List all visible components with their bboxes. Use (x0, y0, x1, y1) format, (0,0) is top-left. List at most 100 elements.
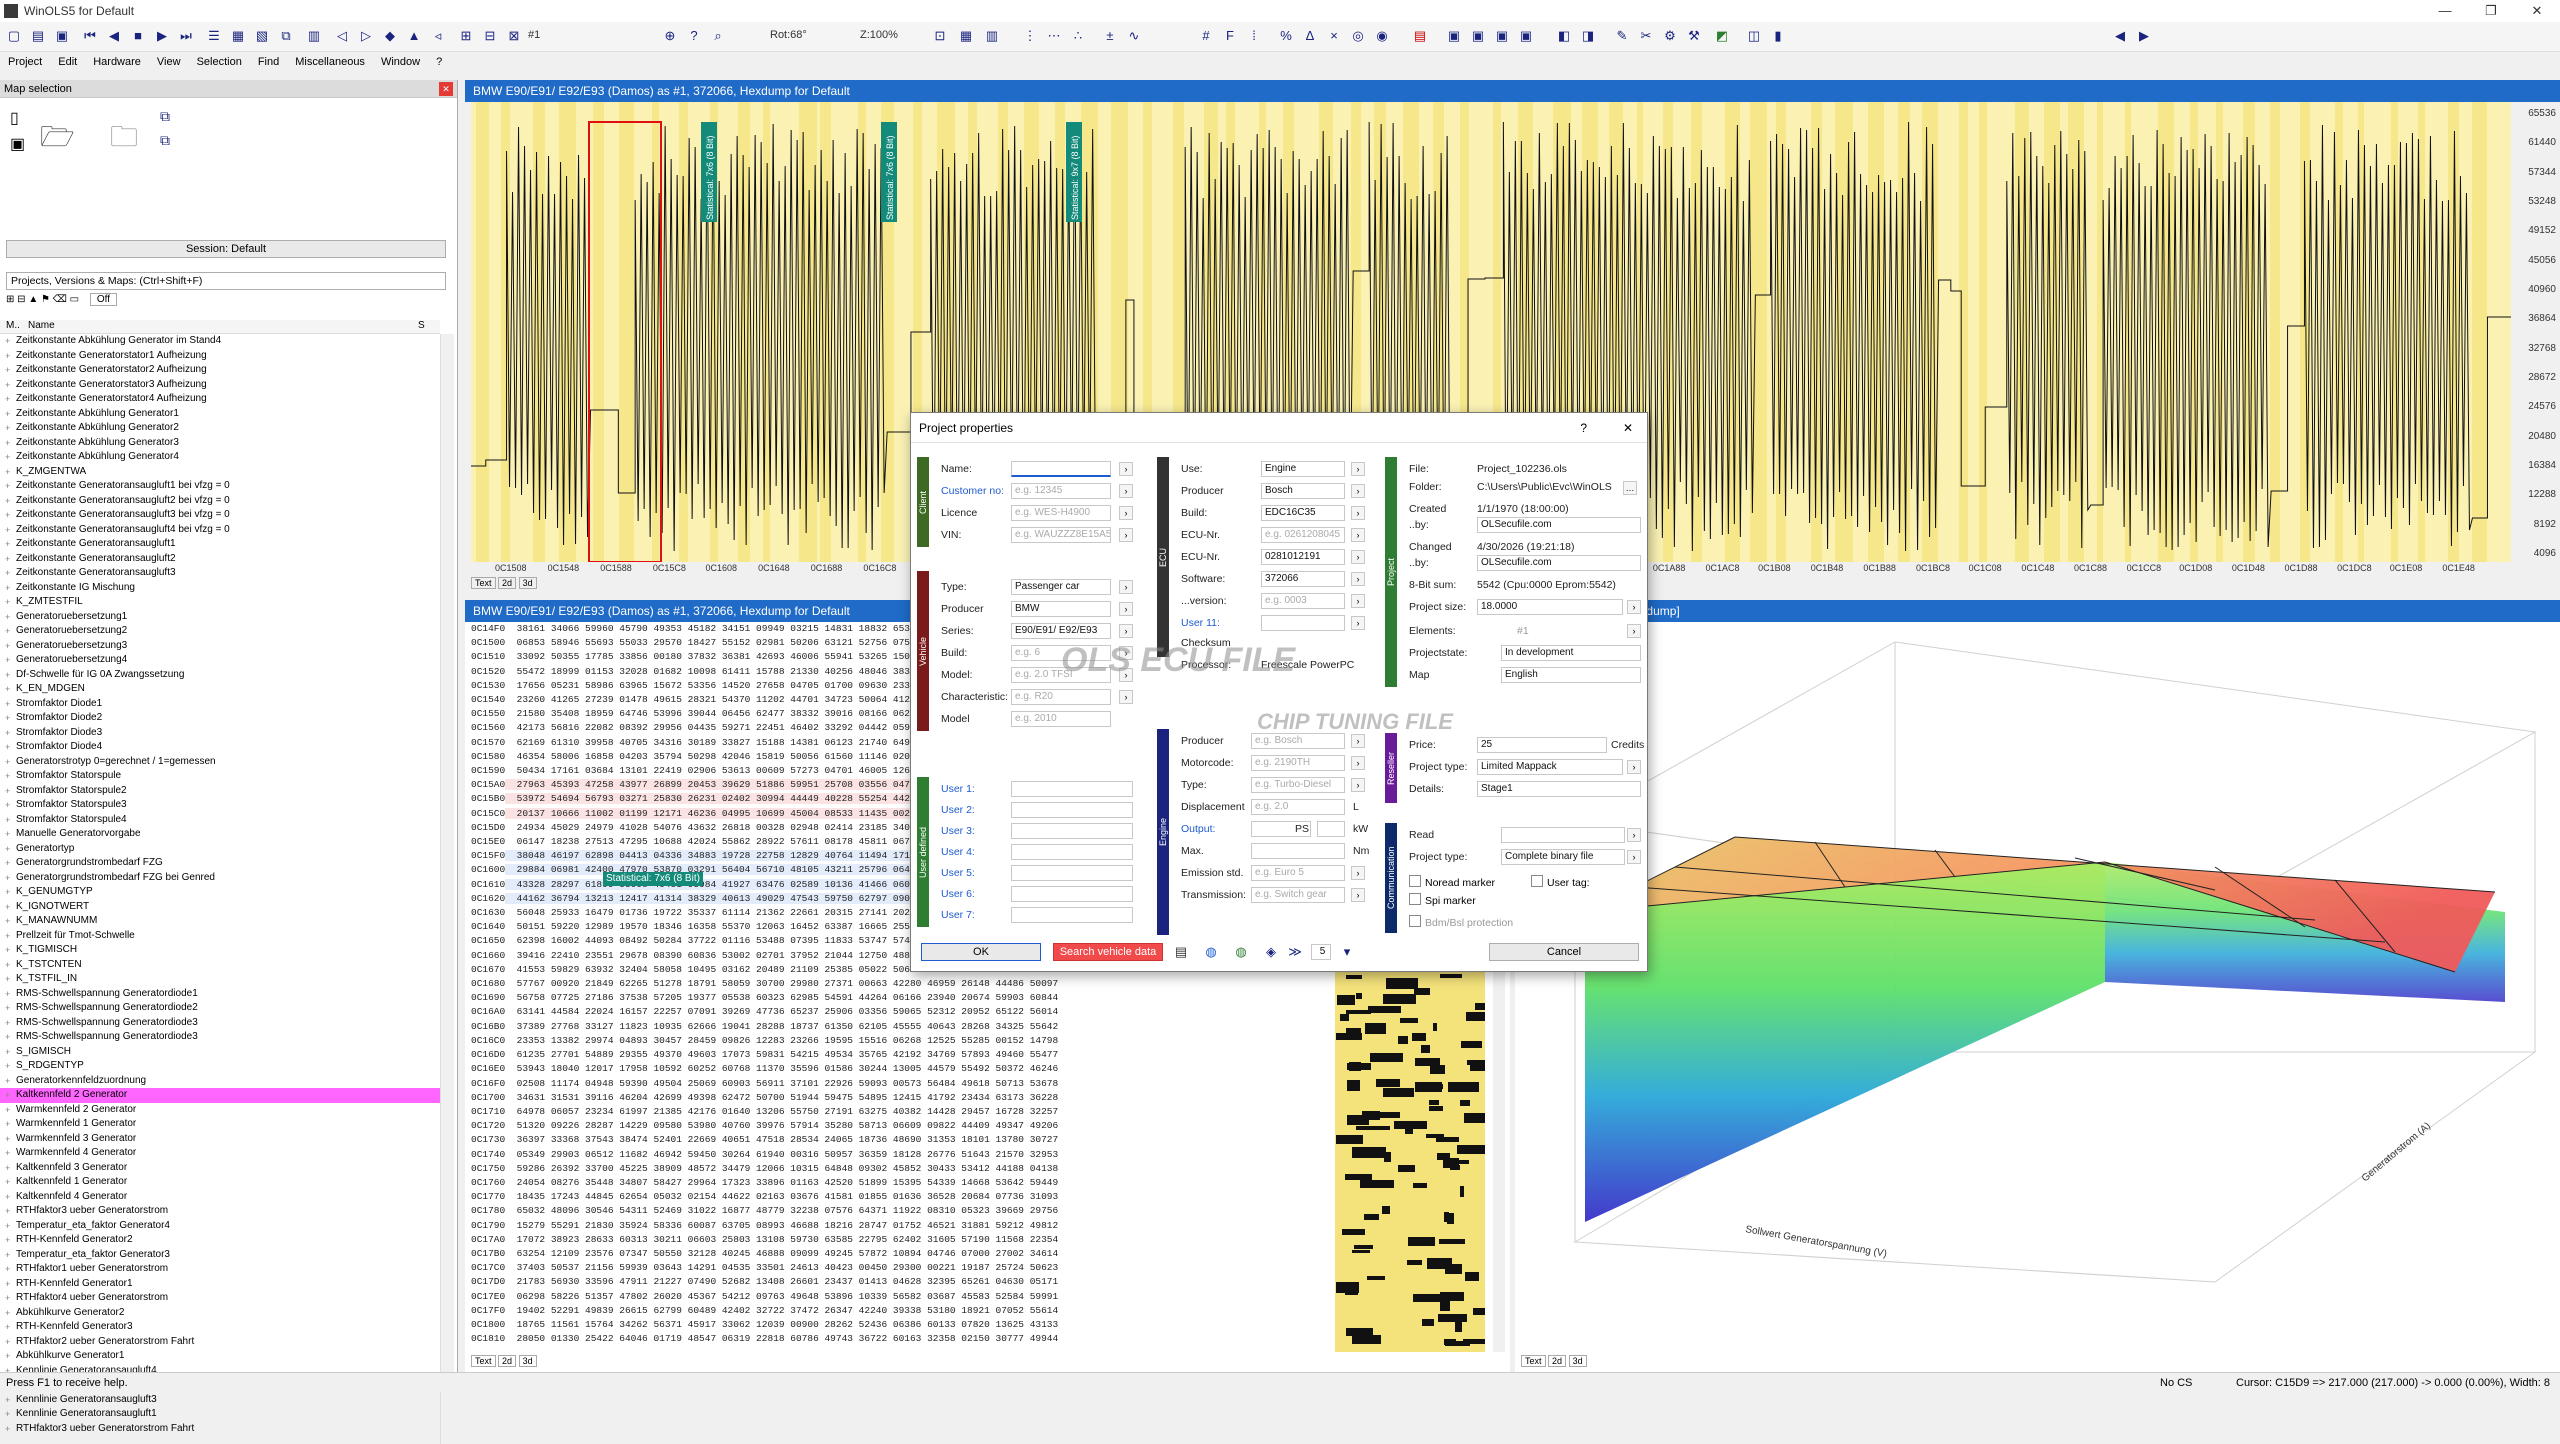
hex-row[interactable]: 0C1810 28050 01330 25422 64046 01719 485… (471, 1332, 1331, 1346)
tab-3d[interactable]: 3d (518, 577, 537, 589)
map-list-item[interactable]: Generatortyp (0, 842, 440, 857)
customer-no-field[interactable]: e.g. 12345 (1011, 483, 1111, 499)
ecu-user11-arrow[interactable]: › (1351, 616, 1365, 630)
map-list-item[interactable]: RTHfaktor1 ueber Generatorstrom (0, 1262, 440, 1277)
engine-producer-field[interactable]: e.g. Bosch (1251, 733, 1345, 749)
ecu-user11-field[interactable] (1261, 615, 1345, 631)
wave-icon[interactable]: ∿ (1124, 26, 1144, 46)
map-list-item[interactable]: Stromfaktor Statorspule3 (0, 798, 440, 813)
hex-tab-3d[interactable]: 3d (518, 1355, 537, 1367)
map-list-item[interactable]: Zeitkonstante Generatorstator4 Aufheizun… (0, 392, 440, 407)
engine-transmission-field[interactable]: e.g. Switch gear (1251, 887, 1345, 903)
dec-icon[interactable]: ⋯ (1044, 26, 1064, 46)
map-list-item[interactable]: Zeitkonstante Generatorstator3 Aufheizun… (0, 378, 440, 393)
copy-icon[interactable]: ⧉ (276, 26, 296, 46)
customer-no-arrow[interactable]: › (1119, 484, 1133, 498)
columns-icon[interactable]: ▥ (982, 26, 1002, 46)
layout1-icon[interactable]: ◧ (1554, 26, 1574, 46)
licence-field[interactable]: e.g. WES-H4900 (1011, 505, 1111, 521)
project-folder-button[interactable]: … (1623, 481, 1637, 495)
prev-icon[interactable]: ◀ (104, 26, 124, 46)
win4-icon[interactable]: ▣ (1516, 26, 1536, 46)
bdm-checkbox[interactable]: Bdm/Bsl protection (1409, 915, 1513, 929)
map-list-item[interactable]: Zeitkonstante Generatoransaugluft2 bei v… (0, 494, 440, 509)
map-list-item[interactable]: Zeitkonstante Generatoransaugluft3 bei v… (0, 508, 440, 523)
vehicle-type-arrow[interactable]: › (1119, 580, 1133, 594)
map-list-item[interactable]: RTH-Kennfeld Generator3 (0, 1320, 440, 1335)
split1-icon[interactable]: ◫ (1744, 26, 1764, 46)
open-icon[interactable]: ▤ (28, 26, 48, 46)
comm-project-type-field[interactable]: Complete binary file (1501, 849, 1625, 865)
hex-icon[interactable]: ⋮ (1020, 26, 1040, 46)
find-icon[interactable]: ⌕ (708, 26, 728, 46)
tool5-icon[interactable]: ◩ (1712, 26, 1732, 46)
dots-icon[interactable]: ⁞ (1244, 26, 1264, 46)
hex-row[interactable]: 0C17C0 37403 50537 21156 59939 03643 142… (471, 1261, 1331, 1275)
close-panel-icon[interactable]: ✕ (439, 82, 453, 96)
ecu-no2-arrow[interactable]: › (1351, 550, 1365, 564)
map-list-item[interactable]: RTH-Kennfeld Generator1 (0, 1277, 440, 1292)
map-list-item[interactable]: RMS-Schwellspannung Generatordiode1 (0, 987, 440, 1002)
stop-icon[interactable]: ■ (128, 26, 148, 46)
ecu-version-arrow[interactable]: › (1351, 594, 1365, 608)
hex-row[interactable]: 0C17F0 19402 52291 49839 26615 62799 604… (471, 1304, 1331, 1318)
map-list-item[interactable]: Generatorkennfeldzuordnung (0, 1074, 440, 1089)
import-icon[interactable]: ⊞ (456, 26, 476, 46)
win2-icon[interactable]: ▣ (1468, 26, 1488, 46)
forward-icon[interactable]: ▷ (356, 26, 376, 46)
next-icon[interactable]: ▶ (152, 26, 172, 46)
map-list-item[interactable]: Abkühlkurve Generator2 (0, 1306, 440, 1321)
col-m[interactable]: M.. (6, 320, 20, 331)
map-list-item[interactable]: RTHfaktor2 ueber Generatorstrom Fahrt (0, 1335, 440, 1350)
diamond-icon[interactable]: ◆ (380, 26, 400, 46)
map-list-item[interactable]: Kaltkennfeld 3 Generator (0, 1161, 440, 1176)
menu-selection[interactable]: Selection (189, 56, 250, 68)
win3-icon[interactable]: ▣ (1492, 26, 1512, 46)
grid-icon[interactable]: ▦ (956, 26, 976, 46)
tab-2d[interactable]: 2d (498, 577, 517, 589)
first-icon[interactable]: ⏮ (80, 26, 100, 46)
engine-motorcode-field[interactable]: e.g. 2190TH (1251, 755, 1345, 771)
project-size-field[interactable]: 18.0000 (1477, 599, 1623, 615)
menu-project[interactable]: Project (0, 56, 50, 68)
menu-hardware[interactable]: Hardware (85, 56, 149, 68)
folder-icon[interactable]: 🗀 (110, 116, 138, 164)
compare-icon[interactable]: ⊠ (504, 26, 524, 46)
engine-displacement-field[interactable]: e.g. 2.0 (1251, 799, 1345, 815)
engine-type-arrow[interactable]: › (1351, 778, 1365, 792)
map-list-item[interactable]: Manuelle Generatorvorgabe (0, 827, 440, 842)
print-icon[interactable]: ▤ (1171, 942, 1191, 962)
reseller-project-type-arrow[interactable]: › (1627, 760, 1641, 774)
split2-icon[interactable]: ▮ (1768, 26, 1788, 46)
map-list-item[interactable]: Generatoruebersetzung2 (0, 624, 440, 639)
map-list-item[interactable]: Kennlinie Generatoransaugluft1 (0, 1407, 440, 1422)
map-list-item[interactable]: Zeitkonstante Generatoransaugluft1 bei v… (0, 479, 440, 494)
last-icon[interactable]: ⏭ (176, 26, 196, 46)
user-field-input[interactable] (1011, 802, 1133, 818)
surface-3d[interactable]: Sollwert Generatorspannung (V) Generator… (1515, 622, 2555, 1352)
engine-producer-arrow[interactable]: › (1351, 734, 1365, 748)
map-list-item[interactable]: Temperatur_eta_faktor Generator4 (0, 1219, 440, 1234)
fit-icon[interactable]: ⊡ (930, 26, 950, 46)
map-list-item[interactable]: Abkühlkurve Generator1 (0, 1349, 440, 1364)
ecu-software-arrow[interactable]: › (1351, 572, 1365, 586)
menu-edit[interactable]: Edit (50, 56, 85, 68)
orig-icon[interactable]: ◉ (1372, 26, 1392, 46)
restore-button[interactable]: ❐ (2468, 0, 2514, 22)
map-list-item[interactable]: S_RDGENTYP (0, 1059, 440, 1074)
hex-row[interactable]: 0C1760 24054 08276 35448 34807 58427 299… (471, 1176, 1331, 1190)
tag-icon[interactable]: ◈ (1261, 942, 1281, 962)
delta-icon[interactable]: Δ (1300, 26, 1320, 46)
project-created-by-field[interactable]: OLSecufile.com (1477, 517, 1641, 533)
map-list-item[interactable]: Stromfaktor Statorspule (0, 769, 440, 784)
color-map-icon[interactable]: ▤ (1410, 26, 1430, 46)
count-field[interactable]: 5 (1311, 944, 1331, 960)
open-folder-icon[interactable]: 🗁 (40, 116, 75, 164)
hex-row[interactable]: 0C16D0 61235 27701 54889 29355 49370 496… (471, 1048, 1331, 1062)
map-list-item[interactable]: RMS-Schwellspannung Generatordiode3 (0, 1016, 440, 1031)
user-field-input[interactable] (1011, 865, 1133, 881)
comm-read-arrow[interactable]: › (1627, 828, 1641, 842)
map-list-item[interactable]: Stromfaktor Statorspule2 (0, 784, 440, 799)
ecu-build-field[interactable]: EDC16C35 (1261, 505, 1345, 521)
tab-text[interactable]: Text (471, 577, 496, 589)
